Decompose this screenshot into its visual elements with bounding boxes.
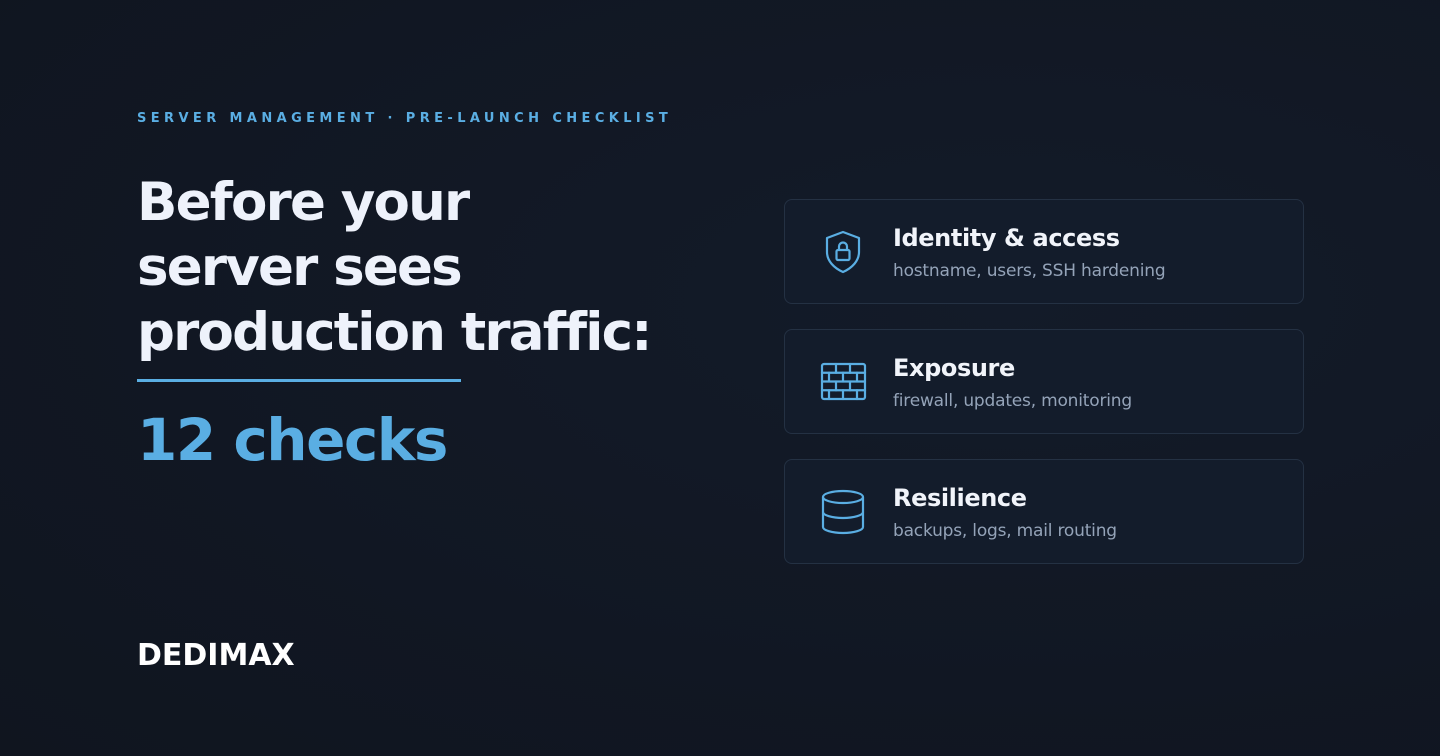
firewall-brick-icon	[819, 358, 867, 406]
card-subtitle: backups, logs, mail routing	[893, 521, 1117, 541]
card-subtitle: firewall, updates, monitoring	[893, 391, 1132, 411]
brand-logo: DEDIMAX	[137, 638, 295, 673]
card-identity-access: Identity & access hostname, users, SSH h…	[784, 199, 1304, 304]
database-icon	[819, 488, 867, 536]
category-card-list: Identity & access hostname, users, SSH h…	[784, 199, 1304, 589]
card-exposure: Exposure firewall, updates, monitoring	[784, 329, 1304, 434]
card-title: Resilience	[893, 484, 1027, 512]
card-resilience: Resilience backups, logs, mail routing	[784, 459, 1304, 564]
card-title: Exposure	[893, 354, 1015, 382]
card-title: Identity & access	[893, 224, 1120, 252]
shield-lock-icon	[819, 228, 867, 276]
eyebrow-label: SERVER MANAGEMENT · PRE-LAUNCH CHECKLIST	[137, 111, 673, 126]
headline: Before your server sees production traff…	[137, 172, 652, 363]
headline-divider	[137, 379, 461, 382]
card-subtitle: hostname, users, SSH hardening	[893, 261, 1166, 281]
page: SERVER MANAGEMENT · PRE-LAUNCH CHECKLIST…	[0, 0, 1440, 756]
checks-count: 12 checks	[137, 406, 448, 474]
